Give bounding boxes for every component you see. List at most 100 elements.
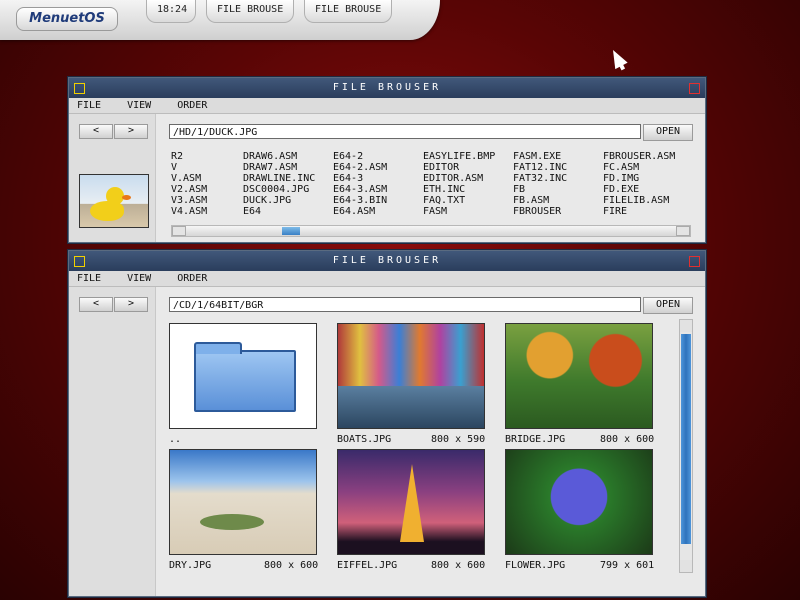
list-item[interactable]: DRAW6.ASM: [243, 151, 315, 162]
menu-view[interactable]: VIEW: [127, 271, 151, 286]
thumbnail-bridge[interactable]: [505, 323, 653, 429]
list-item[interactable]: E64.ASM: [333, 206, 387, 217]
sidebar: [69, 287, 156, 596]
duck-beak: [122, 195, 131, 200]
thumbnail-eiffel[interactable]: [337, 449, 485, 555]
list-item[interactable]: FBROUSER: [513, 206, 567, 217]
file-column-5: FASM.EXE FAT12.INC FAT32.INC FB FB.ASM F…: [513, 151, 567, 217]
path-input[interactable]: /CD/1/64BIT/BGR: [169, 297, 641, 312]
item-size: 800 x 600: [264, 560, 319, 571]
list-item[interactable]: FD.EXE: [603, 184, 675, 195]
list-item[interactable]: FILELIB.ASM: [603, 195, 675, 206]
vertical-scrollbar[interactable]: [679, 319, 693, 573]
window-titlebar[interactable]: FILE BROUSER: [69, 78, 705, 98]
list-item[interactable]: FB.ASM: [513, 195, 567, 206]
menu-view[interactable]: VIEW: [127, 98, 151, 113]
list-item[interactable]: DUCK.JPG: [243, 195, 315, 206]
thumbnail-dry[interactable]: [169, 449, 317, 555]
open-button[interactable]: OPEN: [643, 297, 693, 314]
scroll-right-button[interactable]: [676, 226, 690, 236]
menu-bar: FILE VIEW ORDER: [69, 98, 705, 114]
open-button[interactable]: OPEN: [643, 124, 693, 141]
file-column-4: EASYLIFE.BMP EDITOR EDITOR.ASM ETH.INC F…: [423, 151, 495, 217]
file-column-6: FBROUSER.ASM FC.ASM FD.IMG FD.EXE FILELI…: [603, 151, 675, 217]
forward-button[interactable]: >: [114, 124, 148, 139]
folder-icon: [194, 342, 296, 412]
scroll-down-button[interactable]: [680, 560, 692, 572]
list-item[interactable]: E64-2.ASM: [333, 162, 387, 173]
back-button[interactable]: <: [79, 297, 113, 312]
item-name: FLOWER.JPG: [505, 560, 566, 571]
item-name: ..: [169, 434, 182, 445]
close-icon[interactable]: [689, 83, 700, 94]
taskbar-item-file-browser-1[interactable]: FILE BROUSE: [206, 0, 295, 23]
file-column-2: DRAW6.ASM DRAW7.ASM DRAWLINE.INC DSC0004…: [243, 151, 315, 217]
taskbar-item-file-browser-2[interactable]: FILE BROUSE: [304, 0, 393, 23]
list-item[interactable]: FB: [513, 184, 567, 195]
list-item[interactable]: DSC0004.JPG: [243, 184, 315, 195]
list-item[interactable]: DRAWLINE.INC: [243, 173, 315, 184]
file-browser-window-2: FILE BROUSER FILE VIEW ORDER < > /CD/1/6…: [68, 250, 706, 597]
path-input[interactable]: /HD/1/DUCK.JPG: [169, 124, 641, 139]
parent-folder-tile[interactable]: [169, 323, 317, 429]
list-item[interactable]: E64-2: [333, 151, 387, 162]
list-item[interactable]: FBROUSER.ASM: [603, 151, 675, 162]
list-item[interactable]: FIRE: [603, 206, 675, 217]
list-item[interactable]: E64: [243, 206, 315, 217]
forward-button[interactable]: >: [114, 297, 148, 312]
menu-bar: FILE VIEW ORDER: [69, 271, 705, 287]
list-item[interactable]: ETH.INC: [423, 184, 495, 195]
list-item[interactable]: EDITOR.ASM: [423, 173, 495, 184]
list-item[interactable]: DRAW7.ASM: [243, 162, 315, 173]
window-titlebar[interactable]: FILE BROUSER: [69, 251, 705, 271]
menu-file[interactable]: FILE: [77, 271, 101, 286]
close-icon[interactable]: [689, 256, 700, 267]
image-preview: [79, 174, 149, 228]
list-item[interactable]: EASYLIFE.BMP: [423, 151, 495, 162]
list-item[interactable]: FD.IMG: [603, 173, 675, 184]
list-item[interactable]: R2: [171, 151, 207, 162]
list-item[interactable]: V: [171, 162, 207, 173]
item-name: BRIDGE.JPG: [505, 434, 566, 445]
thumbnail-boats[interactable]: [337, 323, 485, 429]
file-column-3: E64-2 E64-2.ASM E64-3 E64-3.ASM E64-3.BI…: [333, 151, 387, 217]
list-item[interactable]: FAQ.TXT: [423, 195, 495, 206]
list-item[interactable]: V.ASM: [171, 173, 207, 184]
list-item[interactable]: V4.ASM: [171, 206, 207, 217]
minimize-icon[interactable]: [74, 256, 85, 267]
list-item[interactable]: FC.ASM: [603, 162, 675, 173]
item-size: 800 x 600: [600, 434, 655, 445]
file-column-1: R2 V V.ASM V2.ASM V3.ASM V4.ASM: [171, 151, 207, 217]
scroll-up-button[interactable]: [680, 320, 692, 332]
list-item[interactable]: V2.ASM: [171, 184, 207, 195]
list-item[interactable]: E64-3.BIN: [333, 195, 387, 206]
horizontal-scrollbar[interactable]: [171, 225, 691, 237]
minimize-icon[interactable]: [74, 83, 85, 94]
list-item[interactable]: FASM: [423, 206, 495, 217]
scroll-thumb[interactable]: [282, 227, 300, 235]
mouse-cursor-icon: [606, 46, 628, 70]
menu-order[interactable]: ORDER: [177, 271, 207, 286]
thumbnail-flower[interactable]: [505, 449, 653, 555]
item-size: 800 x 590: [431, 434, 486, 445]
list-item[interactable]: EDITOR: [423, 162, 495, 173]
menu-file[interactable]: FILE: [77, 98, 101, 113]
window-title: FILE BROUSER: [332, 255, 442, 266]
list-item[interactable]: FAT32.INC: [513, 173, 567, 184]
menu-order[interactable]: ORDER: [177, 98, 207, 113]
back-button[interactable]: <: [79, 124, 113, 139]
file-browser-window-1: FILE BROUSER FILE VIEW ORDER < > /HD/1/D…: [68, 77, 706, 243]
taskbar: MenuetOS 18:24 FILE BROUSE FILE BROUSE: [0, 0, 440, 40]
list-item[interactable]: V3.ASM: [171, 195, 207, 206]
list-item[interactable]: E64-3: [333, 173, 387, 184]
menuetos-logo-button[interactable]: MenuetOS: [16, 7, 118, 31]
item-name: DRY.JPG: [169, 560, 212, 571]
item-size: 799 x 601: [600, 560, 655, 571]
list-item[interactable]: E64-3.ASM: [333, 184, 387, 195]
window-title: FILE BROUSER: [332, 82, 442, 93]
list-item[interactable]: FASM.EXE: [513, 151, 567, 162]
list-item[interactable]: FAT12.INC: [513, 162, 567, 173]
item-name: BOATS.JPG: [337, 434, 392, 445]
scroll-left-button[interactable]: [172, 226, 186, 236]
scroll-thumb[interactable]: [681, 334, 691, 544]
